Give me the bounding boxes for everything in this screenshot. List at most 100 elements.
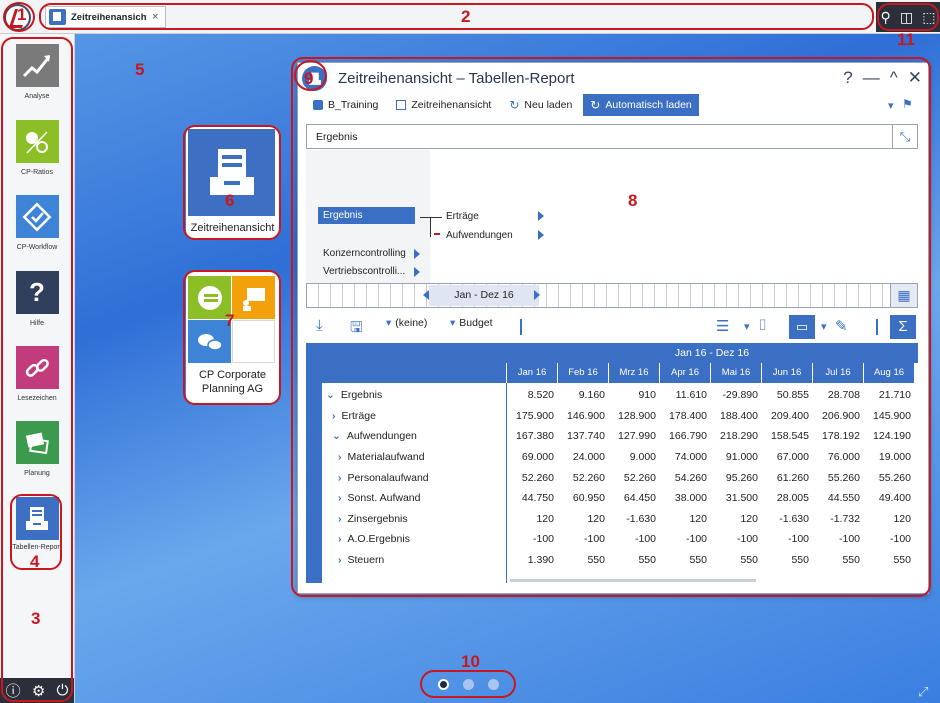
collapse-icon[interactable]: ⤡ bbox=[892, 125, 917, 148]
page-dot[interactable] bbox=[487, 678, 499, 690]
toolbar-automatisch-laden-button[interactable]: ↻ Automatisch laden bbox=[583, 94, 699, 116]
link-icon bbox=[15, 346, 59, 389]
sidebar-item-label: Hilfe bbox=[29, 320, 44, 327]
rows-icon[interactable]: ☰ bbox=[716, 317, 729, 335]
horizontal-scrollbar[interactable] bbox=[510, 579, 756, 582]
chevron-right-icon[interactable]: › bbox=[338, 513, 342, 525]
table-cell: 11.610 bbox=[675, 389, 707, 402]
sidebar-item-tabellen-report[interactable]: Tabellen-Report bbox=[0, 497, 74, 551]
chevron-right-icon[interactable]: › bbox=[338, 533, 342, 545]
chevron-right-icon[interactable] bbox=[538, 230, 544, 240]
desktop-tile-zeitreihenansicht[interactable]: Zeitreihenansicht bbox=[186, 127, 279, 238]
info-icon[interactable]: ⓘ bbox=[6, 680, 21, 701]
sidebar-item-hilfe[interactable]: ? Hilfe bbox=[0, 271, 74, 327]
workflow-icon bbox=[15, 195, 59, 238]
table-row[interactable]: › Sonst. Aufwand 44.750 60.950 64.450 38.000 3… bbox=[322, 488, 918, 509]
save-icon[interactable]: 🖫 bbox=[350, 317, 363, 342]
desktop-tile-cp-corporate[interactable]: CP Corporate Planning AG bbox=[186, 272, 279, 403]
table-cell: 28.005 bbox=[776, 492, 809, 505]
page-dot[interactable] bbox=[437, 678, 449, 690]
chevron-right-icon[interactable] bbox=[538, 211, 544, 221]
table-cell: 167.380 bbox=[516, 430, 554, 443]
fullscreen-icon[interactable]: ⬚ bbox=[922, 9, 935, 26]
close-icon[interactable]: ✕ bbox=[908, 68, 922, 88]
table-row[interactable]: › Erträge 175.900 146.900 128.900 178.400 188.… bbox=[322, 406, 918, 427]
tab-zeitreihenansicht[interactable]: Zeitreihenansicht... × bbox=[45, 6, 166, 28]
chevron-right-icon[interactable]: › bbox=[338, 451, 342, 463]
sidebar-item-analyse[interactable]: Analyse bbox=[0, 44, 74, 100]
tree-node-vertriebscontrolling[interactable]: Vertriebscontrolli... bbox=[323, 266, 405, 277]
chevron-right-icon[interactable]: › bbox=[338, 554, 342, 566]
filter-keine-dropdown[interactable]: ▾ (keine) bbox=[386, 317, 427, 329]
callout-4: 4 bbox=[30, 552, 40, 571]
chevron-right-icon[interactable]: › bbox=[332, 410, 336, 422]
sidebar: Analyse CP-Ratios CP-Workflow ? Hilfe Le… bbox=[0, 34, 75, 703]
callout-10: 10 bbox=[461, 652, 480, 671]
dropdown-arrow-icon[interactable]: ▾ bbox=[888, 99, 894, 112]
calendar-icon[interactable]: ▦ bbox=[890, 284, 917, 307]
tree-node-aufwendungen[interactable]: Aufwendungen bbox=[446, 230, 513, 241]
table-row[interactable]: › Steuern 1.390 550 550 550 550 550 550 550 bbox=[322, 550, 918, 571]
filter-budget-dropdown[interactable]: ▾ Budget bbox=[450, 317, 493, 329]
settings-icon[interactable]: ⚙ bbox=[32, 682, 45, 700]
dropdown-arrow-icon[interactable]: ▾ bbox=[744, 320, 750, 333]
table-cell: 137.740 bbox=[567, 430, 605, 443]
table-row[interactable]: › Personalaufwand 52.260 52.260 52.260 54.260… bbox=[322, 467, 918, 488]
brush-icon[interactable]: ✎ bbox=[835, 317, 848, 335]
sidebar-item-cp-workflow[interactable]: CP-Workflow bbox=[0, 195, 74, 251]
expand-icon[interactable]: ⤢ bbox=[918, 684, 928, 700]
tree-node-ergebnis[interactable]: Ergebnis bbox=[318, 207, 415, 224]
table-cell: 55.260 bbox=[878, 471, 911, 484]
layout-icon[interactable]: ◫ bbox=[900, 9, 913, 26]
power-icon[interactable]: ⏻ bbox=[57, 682, 69, 699]
toolbar-label: Zeitreihenansicht bbox=[411, 99, 492, 111]
toolbar-b-training-button[interactable]: B_Training bbox=[306, 94, 385, 116]
flag-icon[interactable]: ⚑ bbox=[902, 97, 913, 111]
sidebar-item-cp-ratios[interactable]: CP-Ratios bbox=[0, 120, 74, 176]
table-row[interactable]: › A.O.Ergebnis -100 -100 -100 -100 -100 -100 -10… bbox=[322, 529, 918, 550]
chevron-down-icon[interactable]: ⌄ bbox=[326, 389, 335, 401]
download-icon[interactable]: ⤓ bbox=[316, 317, 323, 334]
chevron-down-icon[interactable]: ⌄ bbox=[332, 430, 341, 442]
tree-node-konzerncontrolling[interactable]: Konzerncontrolling bbox=[323, 248, 406, 259]
table-cell: 54.260 bbox=[674, 471, 707, 484]
dropdown-arrow-icon[interactable]: ▾ bbox=[821, 320, 827, 333]
chevron-right-icon[interactable]: › bbox=[338, 472, 342, 484]
toolbar-zeitreihenansicht-button[interactable]: Zeitreihenansicht bbox=[389, 94, 498, 116]
row-label-text: Aufwendungen bbox=[346, 430, 417, 443]
fit-icon[interactable]: ⌷ bbox=[758, 317, 767, 334]
chevron-right-icon[interactable]: › bbox=[338, 492, 342, 504]
table-cell: 52.260 bbox=[623, 471, 656, 484]
chevron-right-icon[interactable] bbox=[414, 249, 420, 259]
filter-label: (keine) bbox=[395, 317, 428, 329]
chevron-right-icon[interactable] bbox=[414, 267, 420, 277]
table-row[interactable]: ⌄ Ergebnis 8.520 9.160 910 11.610 -29.890 50.85… bbox=[322, 385, 918, 406]
tile-label: Zeitreihenansicht bbox=[190, 222, 275, 234]
table-cell: 76.000 bbox=[827, 451, 860, 464]
maximize-icon[interactable]: ^ bbox=[890, 68, 898, 88]
tree-node-ertraege[interactable]: Erträge bbox=[446, 211, 479, 222]
sum-icon[interactable]: Σ bbox=[890, 315, 916, 339]
column-view-icon[interactable]: ▭ bbox=[789, 315, 815, 339]
tab-close-icon[interactable]: × bbox=[152, 11, 158, 23]
row-label: › Personalaufwand bbox=[322, 472, 506, 484]
slider-right-handle-icon[interactable] bbox=[534, 290, 540, 300]
page-dot[interactable] bbox=[462, 678, 474, 690]
reload-icon: ↻ bbox=[509, 98, 520, 112]
table-cell: 21.710 bbox=[878, 389, 911, 402]
table-row[interactable]: ⌄ Aufwendungen 167.380 137.740 127.990 166.79… bbox=[322, 426, 918, 447]
toolbar-neu-laden-button[interactable]: ↻ Neu laden bbox=[502, 94, 579, 116]
timeline-slider[interactable]: Jan - Dez 16 ▦ bbox=[306, 283, 918, 308]
table-cell: 44.750 bbox=[521, 492, 554, 505]
table-row[interactable]: › Materialaufwand 69.000 24.000 9.000 74.000 9… bbox=[322, 447, 918, 468]
table-cell: 206.900 bbox=[822, 409, 860, 422]
help-icon[interactable]: ? bbox=[843, 68, 852, 88]
dropdown-arrow-icon: ▾ bbox=[450, 317, 456, 329]
sidebar-item-lesezeichen[interactable]: Lesezeichen bbox=[0, 346, 74, 402]
sidebar-item-planung[interactable]: Planung bbox=[0, 421, 74, 477]
table-row[interactable]: › Zinsergebnis 120 120 -1.630 120 120 -1.630 -1.… bbox=[322, 509, 918, 530]
search-icon[interactable]: ⚲ bbox=[881, 9, 891, 26]
row-label-text: Erträge bbox=[341, 409, 376, 422]
tab-label: Zeitreihenansicht... bbox=[71, 11, 147, 23]
minimize-icon[interactable]: — bbox=[863, 68, 880, 88]
